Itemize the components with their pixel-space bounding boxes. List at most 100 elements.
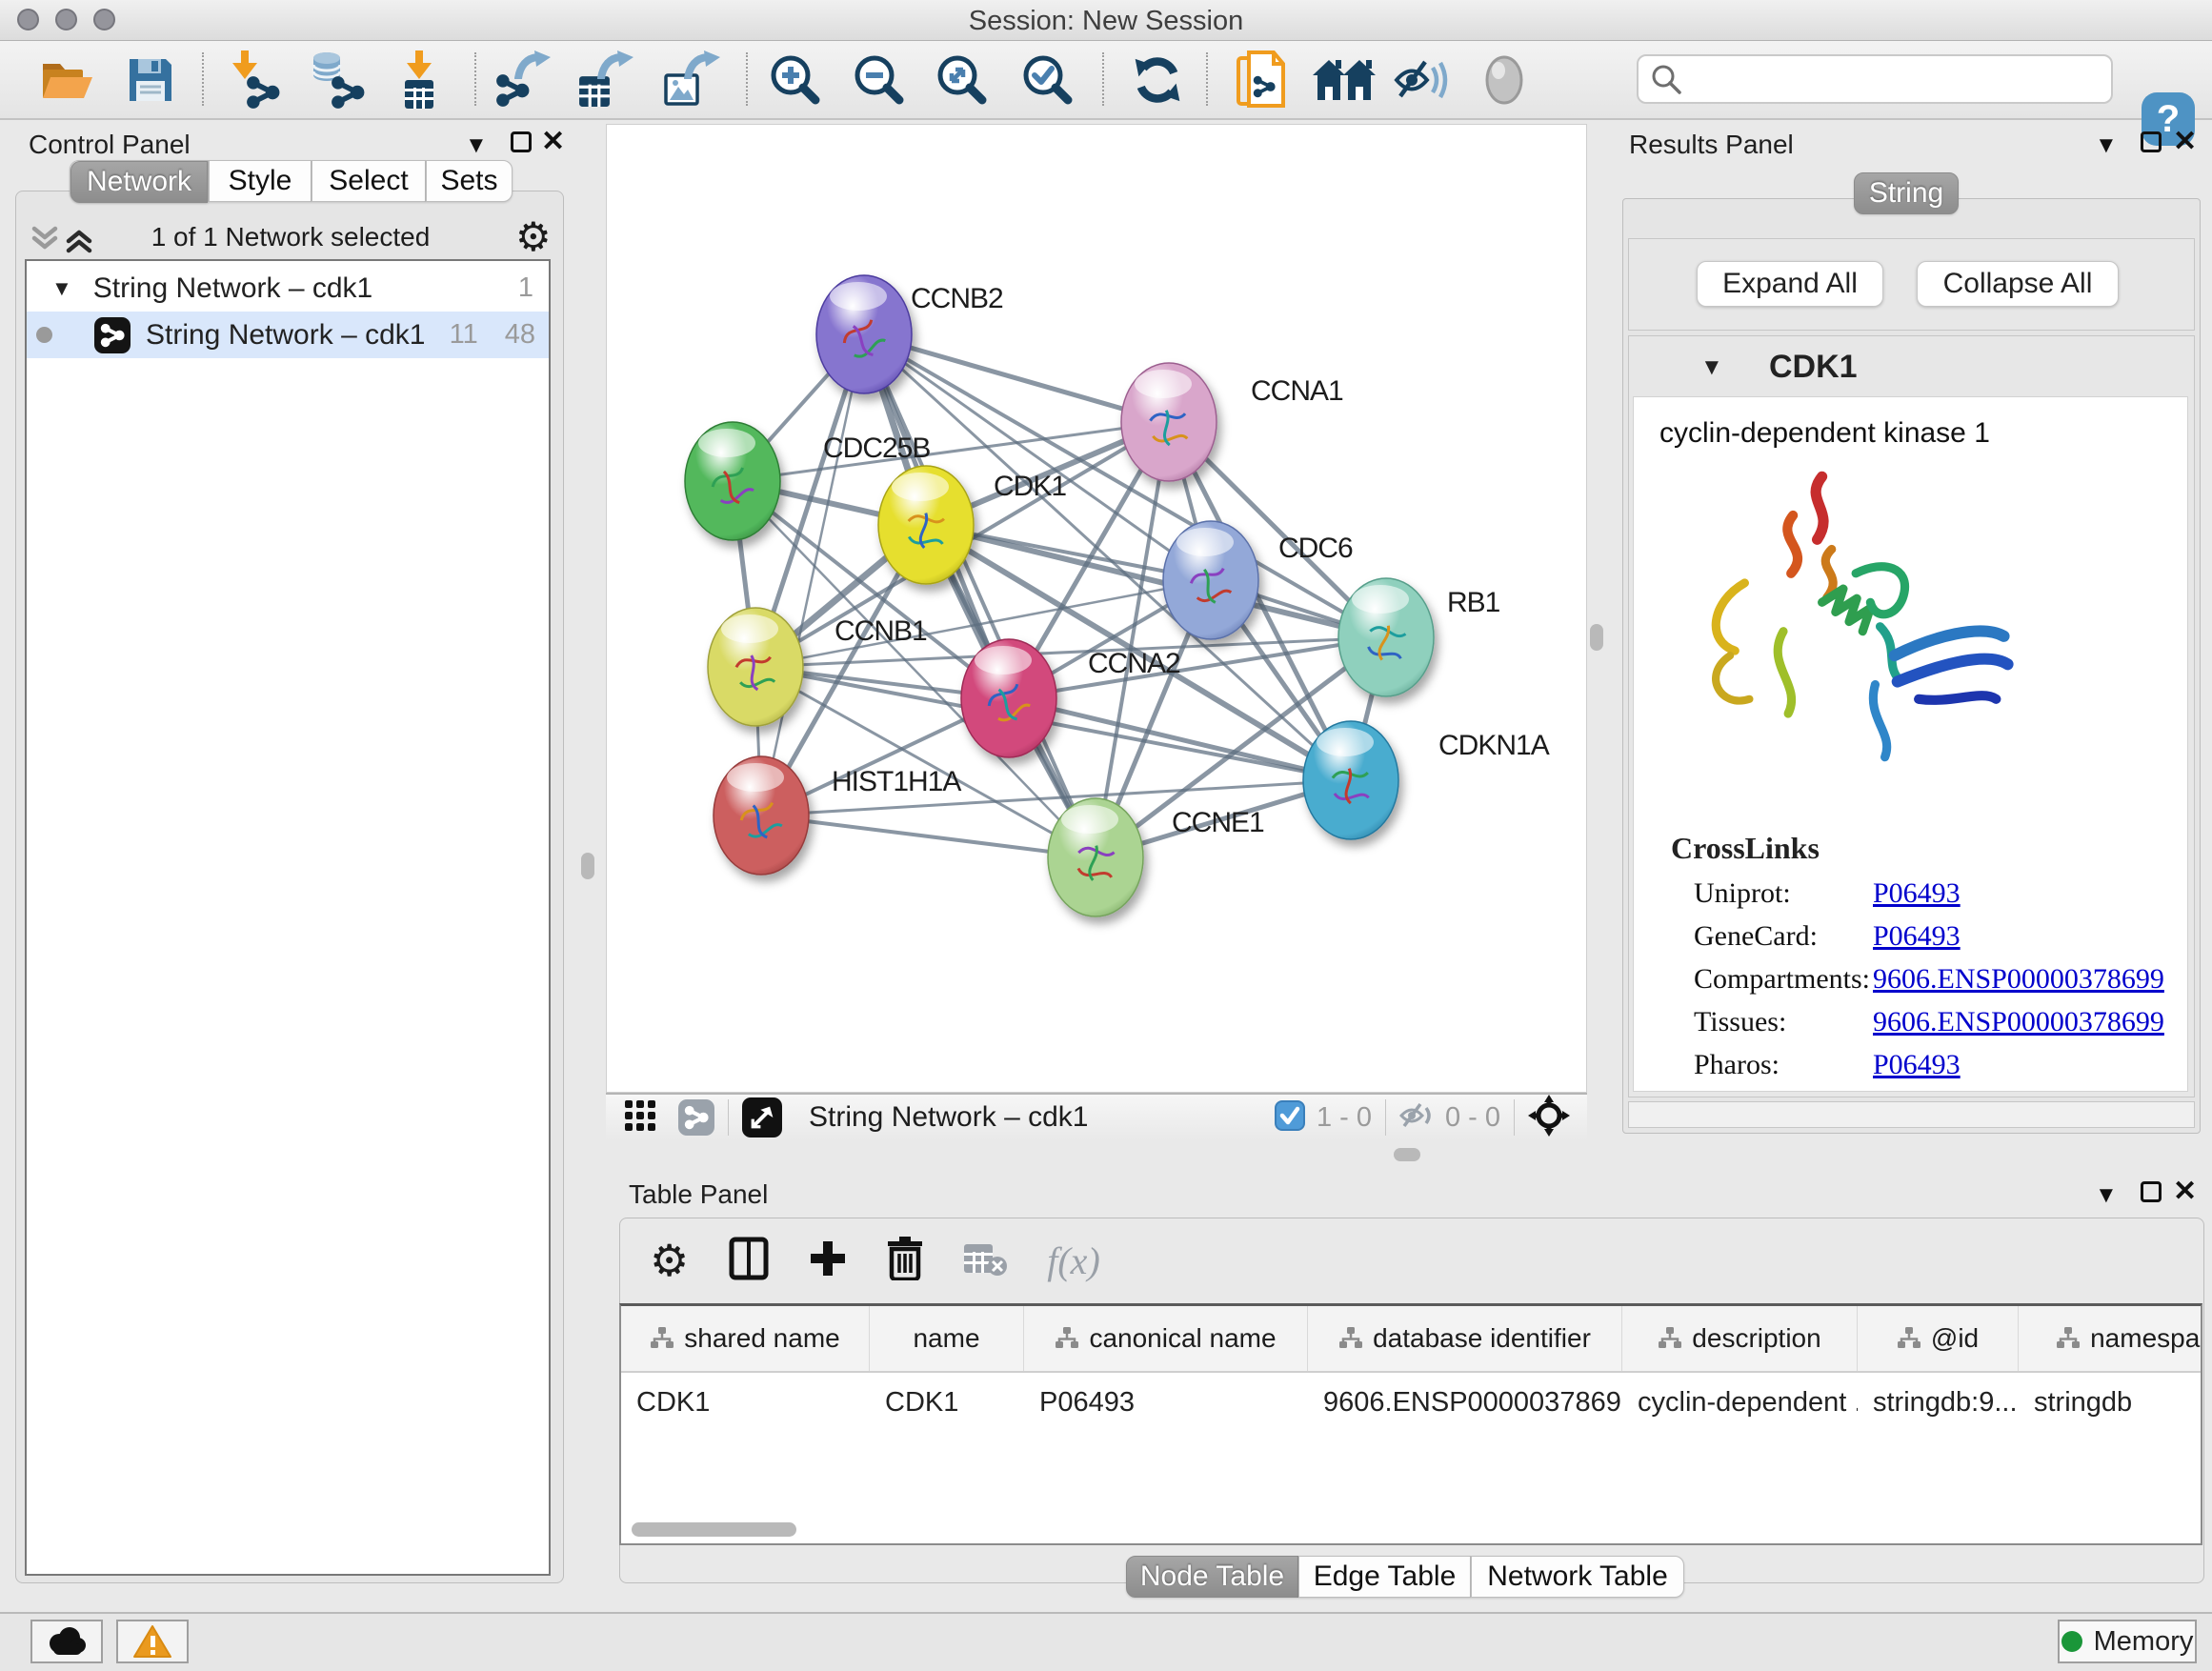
column-header-canonical-name[interactable]: canonical name [1024,1306,1308,1371]
string-home-icon[interactable] [1313,49,1376,111]
zoom-selected-icon[interactable] [1016,49,1079,111]
column-header-database-identifier[interactable]: database identifier [1308,1306,1622,1371]
right-splitter-handle[interactable] [1590,624,1603,651]
export-network-icon[interactable] [492,49,554,111]
import-network-file-icon[interactable] [226,49,289,111]
node-CDK1[interactable] [878,466,974,584]
edge-CCNB2-HIST1H1A[interactable] [761,334,864,815]
export-table-icon[interactable] [574,49,637,111]
cell[interactable]: stringdb:9... [1858,1373,2019,1432]
cell[interactable]: P06493 [1024,1373,1308,1432]
zoom-fit-icon[interactable] [931,49,994,111]
network-row-selected[interactable]: String Network – cdk1 11 48 [27,312,549,358]
column-header-name[interactable]: name [870,1306,1024,1371]
network-graph[interactable]: CCNB2CCNA1CDC25BCDK1CDC6RB1CCNB1CCNA2CDK… [606,124,1587,1093]
node-CDC6[interactable] [1163,521,1258,639]
column-header-namespace[interactable]: namespace [2019,1306,2202,1371]
cell[interactable]: cyclin-dependent ... [1622,1373,1858,1432]
tab-edge-table[interactable]: Edge Table [1298,1556,1471,1598]
import-network-database-icon[interactable] [306,49,369,111]
expand-all-button[interactable]: Expand All [1697,261,1883,307]
save-session-icon[interactable] [119,49,182,111]
node-CDKN1A[interactable] [1303,721,1398,839]
table-panel-close-icon[interactable]: ✕ [2173,1179,2197,1204]
tab-string[interactable]: String [1854,172,1959,214]
edge-HIST1H1A-CCNE1[interactable] [761,815,1096,857]
zoom-out-icon[interactable] [848,49,911,111]
grid-view-icon[interactable] [625,1100,655,1136]
control-panel-menu-icon[interactable]: ▼ [465,133,488,158]
birdseye-toggle-icon[interactable] [1473,49,1536,111]
network-view-share-icon[interactable] [678,1099,714,1136]
network-panel-options-gear-icon[interactable]: ⚙ [515,213,552,260]
results-panel-close-icon[interactable]: ✕ [2173,130,2197,154]
crosslink-value[interactable]: 9606.ENSP00000378699 [1873,1006,2164,1038]
refresh-view-icon[interactable] [1126,49,1189,111]
table-panel-menu-icon[interactable]: ▼ [2095,1183,2118,1208]
node-RB1[interactable] [1338,578,1434,696]
crosslink-value[interactable]: P06493 [1873,920,1961,953]
warning-button[interactable] [116,1620,189,1663]
expand-all-label: Expand All [1722,268,1858,300]
network-collection-row[interactable]: ▼ String Network – cdk1 1 [27,265,549,312]
node-CDC25B[interactable] [685,422,780,540]
results-panel-menu-icon[interactable]: ▼ [2095,133,2118,158]
tab-style[interactable]: Style [209,160,312,202]
table-options-gear-icon[interactable]: ⚙ [650,1235,689,1286]
add-column-icon[interactable] [809,1239,847,1282]
tab-network[interactable]: Network [70,160,209,202]
results-scroll-strip[interactable] [1628,1101,2195,1128]
search-box[interactable] [1637,54,2113,104]
show-hide-graphics-icon[interactable] [1390,49,1453,111]
control-panel-float-icon[interactable] [511,131,532,152]
column-label: database identifier [1373,1323,1591,1354]
memory-button[interactable]: Memory [2058,1620,2197,1663]
gene-collapse-icon[interactable]: ▼ [1700,354,1723,381]
tab-node-table-label: Node Table [1140,1560,1284,1593]
cell[interactable]: CDK1 [621,1373,870,1432]
column-header-description[interactable]: description [1622,1306,1858,1371]
column-header--id[interactable]: @id [1858,1306,2019,1371]
tab-sets[interactable]: Sets [426,160,513,202]
birdseye-view-icon[interactable] [742,1097,782,1137]
node-CCNB1[interactable] [708,608,803,726]
cell[interactable]: 9606.ENSP00000378699 [1308,1373,1622,1432]
zoom-in-icon[interactable] [764,49,827,111]
selected-checkbox-icon[interactable] [1275,1100,1305,1136]
collapse-all-button[interactable]: Collapse All [1917,261,2119,307]
show-columns-icon[interactable] [729,1237,769,1285]
collection-expand-icon[interactable]: ▼ [51,276,72,301]
left-splitter-handle[interactable] [581,853,594,879]
open-session-icon[interactable] [35,49,98,111]
share-document-icon[interactable] [1230,49,1293,111]
node-CCNA1[interactable] [1121,363,1217,481]
column-header-shared-name[interactable]: shared name [621,1306,870,1371]
crosslink-value[interactable]: P06493 [1873,1049,1961,1081]
bottom-splitter-handle[interactable] [1394,1148,1420,1161]
expand-all-networks-icon[interactable] [65,223,93,256]
crosslink-value[interactable]: 9606.ENSP00000378699 [1873,963,2164,996]
crosslink-value[interactable]: P06493 [1873,877,1961,910]
tab-select[interactable]: Select [312,160,426,202]
cell[interactable]: stringdb [2019,1373,2202,1432]
export-image-icon[interactable] [661,49,724,111]
search-input[interactable] [1682,63,2111,95]
table-hscrollbar-thumb[interactable] [632,1522,796,1537]
fit-selected-crosshair-icon[interactable] [1528,1095,1570,1141]
import-table-file-icon[interactable] [389,49,452,111]
cloud-button[interactable] [30,1620,103,1663]
node-CCNA2[interactable] [961,639,1056,757]
node-CCNB2[interactable] [816,275,912,393]
node-HIST1H1A[interactable] [714,756,809,875]
collapse-all-networks-icon[interactable] [30,223,59,256]
tab-node-table[interactable]: Node Table [1126,1556,1298,1598]
protein-structure-image [1675,457,2018,776]
table-panel-float-icon[interactable] [2141,1181,2162,1202]
table-row[interactable]: CDK1CDK1P064939606.ENSP00000378699cyclin… [621,1373,2201,1432]
cell[interactable]: CDK1 [870,1373,1024,1432]
node-CCNE1[interactable] [1048,798,1143,916]
results-panel-float-icon[interactable] [2141,131,2162,152]
delete-column-trash-icon[interactable] [887,1237,923,1285]
control-panel-close-icon[interactable]: ✕ [541,130,565,154]
tab-network-table[interactable]: Network Table [1471,1556,1684,1598]
